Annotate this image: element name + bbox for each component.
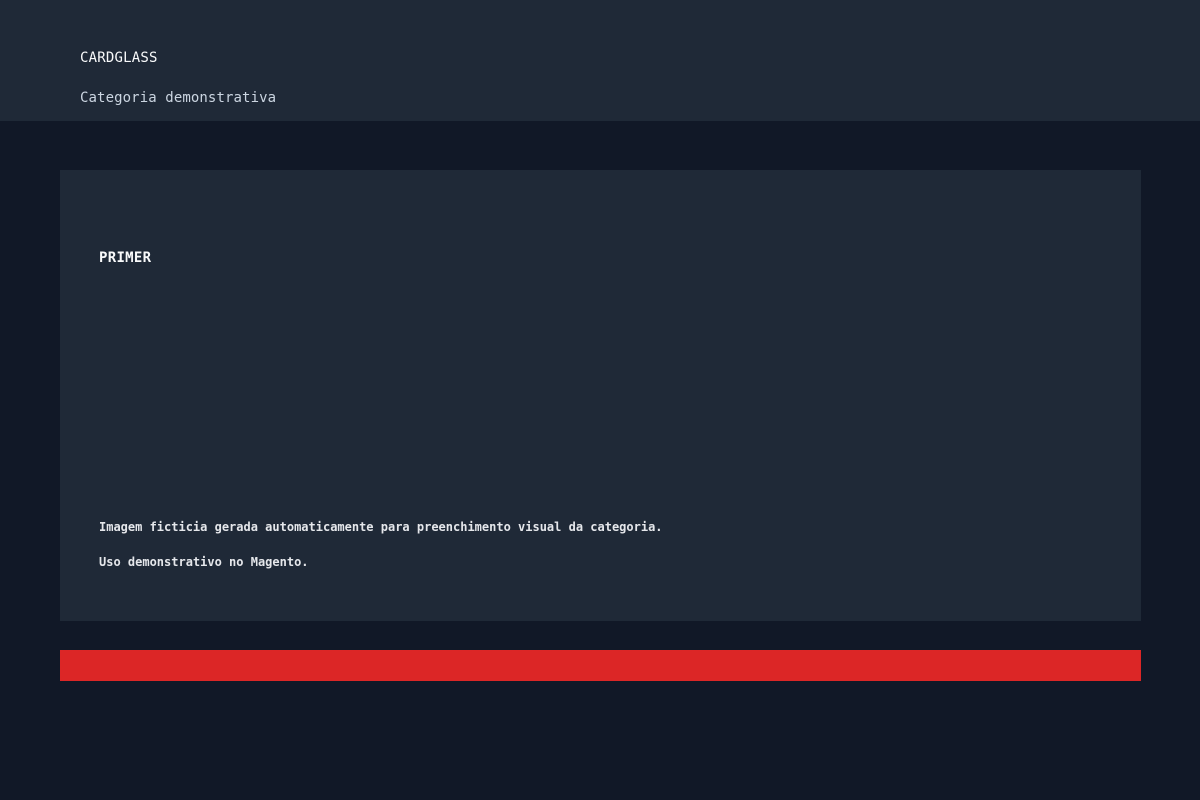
category-card: PRIMER Imagem ficticia gerada automatica… (60, 170, 1141, 621)
category-description-line: Uso demonstrativo no Magento. (99, 555, 309, 569)
category-header: CARDGLASS Categoria demonstrativa (0, 0, 1200, 121)
category-subtitle: Categoria demonstrativa (80, 90, 277, 106)
accent-bar (60, 650, 1141, 681)
category-description-line: Imagem ficticia gerada automaticamente p… (99, 520, 663, 534)
category-title: PRIMER (99, 250, 152, 266)
brand-name: CARDGLASS (80, 50, 158, 66)
